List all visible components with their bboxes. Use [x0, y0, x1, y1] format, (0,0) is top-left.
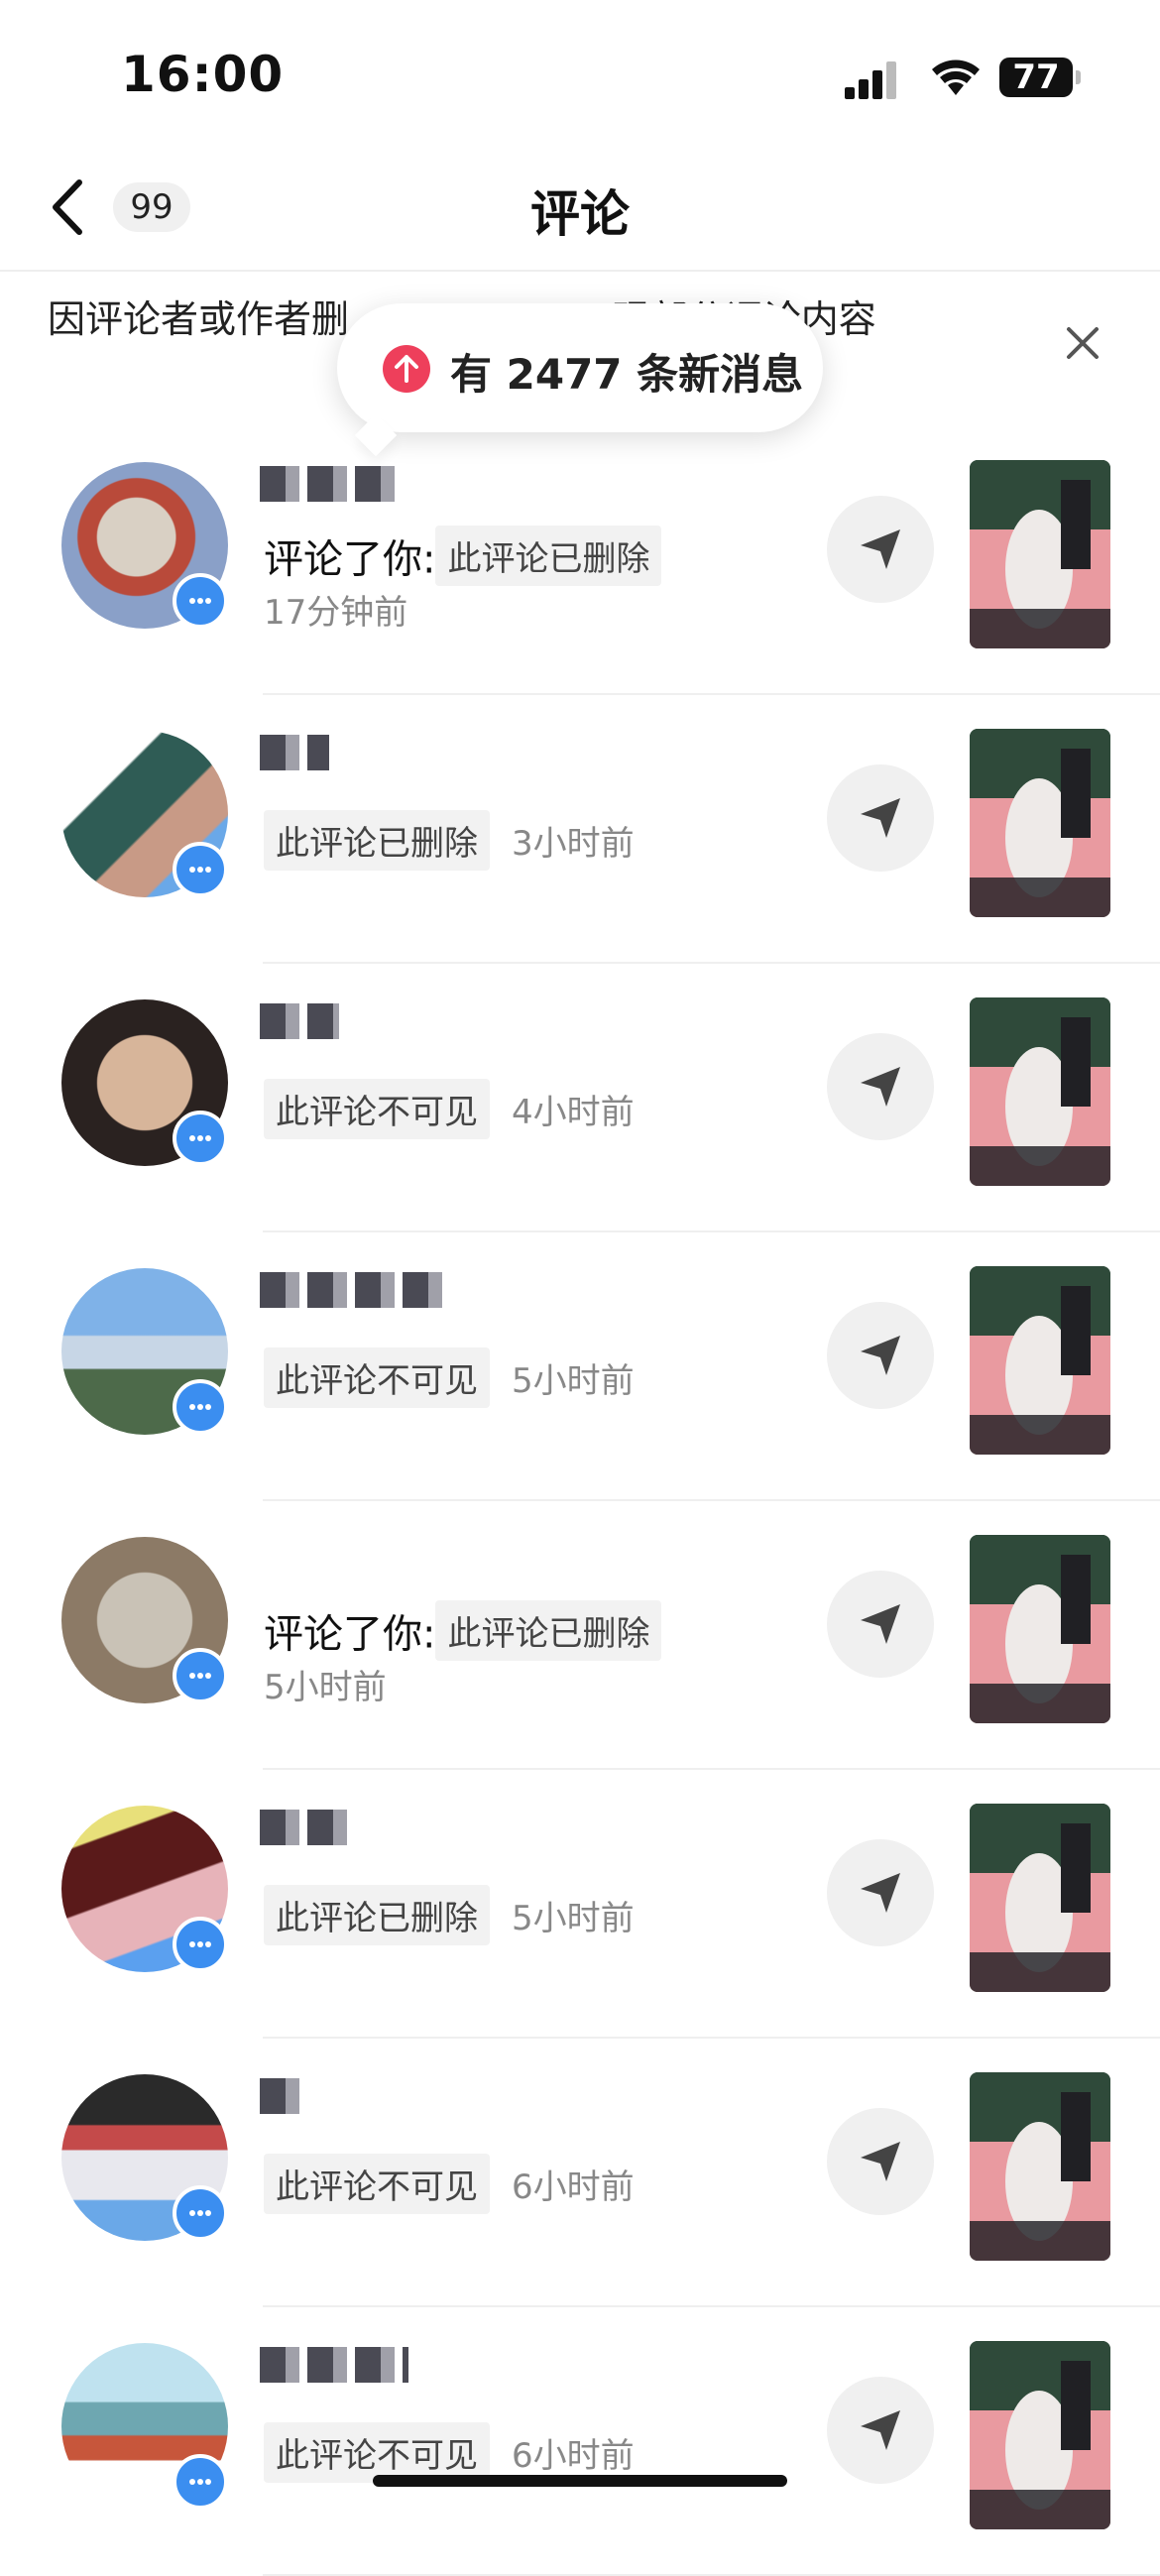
- toast-text: 有 2477 条新消息: [450, 350, 804, 399]
- comment-bubble-icon: [173, 1111, 228, 1166]
- reply-button[interactable]: [827, 2377, 934, 2484]
- comment-summary: 此评论不可见 4小时前: [264, 1079, 635, 1139]
- list-item[interactable]: 5小时前 评论了你: 此评论已删除: [0, 1501, 1160, 1770]
- username-redacted[interactable]: [260, 1003, 339, 1039]
- comment-bubble-icon: [173, 2454, 228, 2510]
- comment-prefix: 评论了你:: [264, 1611, 436, 1658]
- comment-time: 17分钟前: [264, 593, 408, 633]
- comment-time: 4小时前: [512, 1093, 635, 1132]
- video-thumbnail[interactable]: [970, 1266, 1110, 1455]
- username-redacted[interactable]: [260, 2078, 299, 2114]
- send-icon: [861, 2142, 900, 2181]
- list-item[interactable]: 此评论不可见 6小时前: [0, 2307, 1160, 2576]
- comment-status-chip: 此评论不可见: [264, 1347, 490, 1408]
- reply-button[interactable]: [827, 1033, 934, 1140]
- video-thumbnail[interactable]: [970, 2072, 1110, 2261]
- arrow-up-icon: [383, 345, 430, 393]
- comment-bubble-icon: [173, 1379, 228, 1435]
- reply-button[interactable]: [827, 764, 934, 872]
- comment-status-chip: 此评论已删除: [264, 810, 490, 871]
- battery-icon: 77: [999, 58, 1081, 97]
- send-icon: [861, 2410, 900, 2450]
- send-icon: [861, 798, 900, 838]
- send-icon: [861, 1336, 900, 1375]
- list-item[interactable]: 此评论不可见 5小时前: [0, 1232, 1160, 1501]
- home-indicator[interactable]: [373, 2475, 787, 2487]
- close-icon[interactable]: [1061, 321, 1104, 365]
- nav-bar: 99 评论: [0, 149, 1160, 272]
- username-redacted[interactable]: [260, 1810, 349, 1845]
- thumbnail-image: [970, 1804, 1110, 1992]
- new-messages-toast[interactable]: 有 2477 条新消息: [337, 303, 823, 432]
- video-thumbnail[interactable]: [970, 997, 1110, 1186]
- video-thumbnail[interactable]: [970, 1804, 1110, 1992]
- comment-time: 5小时前: [264, 1668, 387, 1707]
- comment-status-chip: 此评论已删除: [435, 1600, 662, 1661]
- list-item[interactable]: 此评论不可见 6小时前: [0, 2039, 1160, 2307]
- comment-time: 6小时前: [512, 2436, 635, 2476]
- send-icon: [861, 529, 900, 569]
- username-redacted[interactable]: [260, 466, 399, 502]
- comment-bubble-icon: [173, 573, 228, 629]
- comment-status-chip: 此评论不可见: [264, 2422, 490, 2483]
- comment-status-chip: 此评论不可见: [264, 2154, 490, 2214]
- comment-summary: 此评论已删除 5小时前: [264, 1885, 635, 1945]
- thumbnail-image: [970, 997, 1110, 1186]
- reply-button[interactable]: [827, 496, 934, 603]
- status-bar: 16:00 77: [0, 0, 1160, 149]
- comment-bubble-icon: [173, 2185, 228, 2241]
- wifi-icon: [932, 59, 980, 95]
- video-thumbnail[interactable]: [970, 2341, 1110, 2529]
- status-time: 16:00: [121, 46, 285, 103]
- comment-summary: 此评论不可见 6小时前: [264, 2422, 635, 2483]
- thumbnail-image: [970, 2341, 1110, 2529]
- video-thumbnail[interactable]: [970, 460, 1110, 648]
- list-item[interactable]: 此评论已删除 3小时前: [0, 695, 1160, 964]
- comment-time: 6小时前: [512, 2167, 635, 2207]
- comment-status-chip: 此评论不可见: [264, 1079, 490, 1139]
- comment-bubble-icon: [173, 1648, 228, 1703]
- reply-button[interactable]: [827, 2108, 934, 2215]
- page-title: 评论: [530, 185, 630, 243]
- reply-button[interactable]: [827, 1839, 934, 1946]
- comment-prefix: 评论了你:: [264, 536, 436, 583]
- cellular-signal-icon: [845, 61, 896, 99]
- send-icon: [861, 1067, 900, 1107]
- list-item[interactable]: 17分钟前 评论了你: 此评论已删除: [0, 426, 1160, 695]
- comment-bubble-icon: [173, 1917, 228, 1972]
- comment-time: 5小时前: [512, 1899, 635, 1938]
- comment-summary: 此评论不可见 5小时前: [264, 1347, 635, 1408]
- video-thumbnail[interactable]: [970, 729, 1110, 917]
- thumbnail-image: [970, 2072, 1110, 2261]
- list-item[interactable]: 此评论已删除 5小时前: [0, 1770, 1160, 2039]
- thumbnail-image: [970, 729, 1110, 917]
- thumbnail-image: [970, 1266, 1110, 1455]
- username-redacted[interactable]: [260, 2347, 408, 2383]
- comment-status-chip: 此评论已删除: [264, 1885, 490, 1945]
- video-thumbnail[interactable]: [970, 1535, 1110, 1723]
- send-icon: [861, 1604, 900, 1644]
- send-icon: [861, 1873, 900, 1913]
- comment-bubble-icon: [173, 842, 228, 897]
- reply-button[interactable]: [827, 1302, 934, 1409]
- reply-button[interactable]: [827, 1571, 934, 1678]
- thumbnail-image: [970, 1535, 1110, 1723]
- comment-time: 5小时前: [512, 1361, 635, 1401]
- comment-summary: 评论了你: 此评论已删除: [264, 526, 662, 586]
- comment-status-chip: 此评论已删除: [435, 526, 662, 586]
- thumbnail-image: [970, 460, 1110, 648]
- notification-list: 17分钟前 评论了你: 此评论已删除 此评论已删除 3小时前 此评论不可见 4小时前 此评论不…: [0, 426, 1160, 2576]
- comment-time: 3小时前: [512, 824, 635, 864]
- username-redacted[interactable]: [260, 1272, 448, 1308]
- username-redacted[interactable]: [260, 735, 329, 770]
- comment-summary: 此评论不可见 6小时前: [264, 2154, 635, 2214]
- comment-summary: 此评论已删除 3小时前: [264, 810, 635, 871]
- comment-summary: 评论了你: 此评论已删除: [264, 1600, 662, 1661]
- list-item[interactable]: 此评论不可见 4小时前: [0, 964, 1160, 1232]
